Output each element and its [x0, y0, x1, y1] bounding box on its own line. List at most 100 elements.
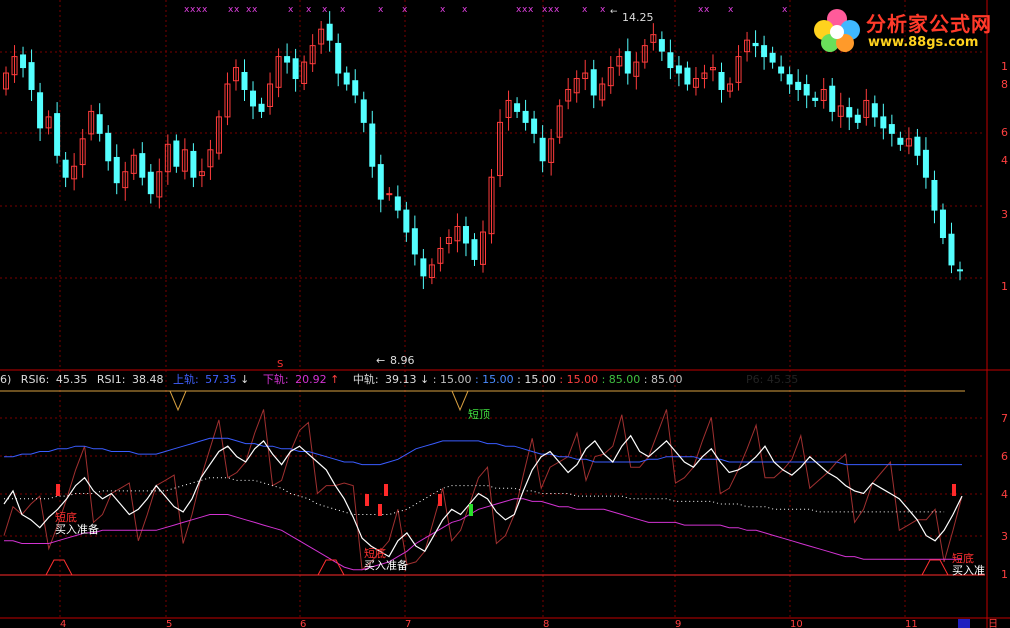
price-axis-label-2: 6	[1001, 126, 1008, 139]
level-value-0: : 15.00	[432, 373, 472, 386]
signal-bar-2	[378, 504, 382, 516]
signal-label-bottom-0: 买入准备	[55, 522, 99, 536]
rsi-slow-line	[3, 409, 963, 571]
candle-body-94	[803, 84, 810, 96]
candle-body-13	[113, 156, 120, 184]
level-value-1: : 15.00	[471, 373, 514, 386]
candle-body-40	[343, 72, 350, 85]
peak-mark-0	[169, 390, 187, 412]
top-marker-14: x	[440, 5, 446, 15]
trough-mark-1	[317, 559, 345, 576]
top-marker-13: x	[402, 5, 408, 15]
candle-body-78	[667, 52, 674, 69]
chart-grid: xxxxxxxxxxxxxxxxxxxxxxxxxxxx	[0, 0, 1010, 628]
candle-body-90	[769, 52, 776, 63]
candle-body-30	[258, 103, 265, 112]
candle-body-111	[948, 233, 955, 266]
price-annotations: 14.25 ← 8.96 ← S	[277, 7, 654, 370]
price-axis-label-3: 4	[1001, 154, 1008, 167]
candle-body-61	[522, 110, 529, 123]
signal-label-bottom-3: 买入准	[952, 564, 985, 577]
candle-body-105	[897, 137, 904, 145]
candle-body-42	[360, 99, 367, 123]
indicator-axis-label-1: 6	[1001, 450, 1008, 463]
candle-body-41	[352, 80, 359, 96]
candle-body-62	[531, 118, 538, 134]
signal-bar-0	[56, 484, 60, 496]
price-axis-label-5: 1	[1001, 280, 1008, 293]
candle-body-17	[147, 171, 154, 195]
axis-labels: 1 8 6 4 3 1 7 6 4 3 1 4 5 6 7 8 9 10 11 日	[60, 60, 1008, 628]
high-arrow: ←	[610, 7, 618, 17]
top-marker-7: x	[252, 5, 258, 15]
top-marker-3: x	[202, 5, 208, 15]
candle-body-69	[590, 69, 597, 96]
candle-body-95	[812, 97, 819, 101]
top-marker-5: x	[234, 5, 240, 15]
x-axis-label-6: 10	[790, 619, 803, 628]
upper-value: 57.35	[205, 373, 237, 386]
top-marker-15: x	[462, 5, 468, 15]
top-marker-26: x	[728, 5, 734, 15]
signal-bar-5	[469, 504, 473, 516]
price-axis-label-0: 1	[1001, 60, 1008, 73]
candle-body-28	[241, 71, 248, 90]
candle-body-100	[854, 114, 861, 123]
x-axis-label-2: 6	[300, 619, 306, 628]
lower-label: 下轨:	[262, 373, 289, 386]
candle-body-110	[939, 209, 946, 239]
candle-body-3	[28, 62, 35, 90]
candle-body-38	[326, 23, 333, 41]
logo-title: 分析家公式网	[866, 12, 992, 36]
candle-body-44	[377, 164, 384, 200]
signal-label-top-3: 短底	[952, 551, 974, 565]
candle-body-93	[795, 81, 802, 90]
rsi-indicator-panel: 短底买入准备短底买入准备短顶短底买入准	[3, 390, 985, 577]
price-axis-label-1: 8	[1001, 78, 1008, 91]
x-axis-label-8: 日	[988, 619, 998, 628]
candle-body-11	[96, 114, 103, 134]
level-value-5: : 85.00	[640, 373, 683, 386]
x-axis-label-7: 11	[905, 619, 918, 628]
signal-bar-6	[952, 484, 956, 496]
top-marker-27: x	[782, 5, 788, 15]
level-value-4: : 85.00	[598, 373, 641, 386]
trough-mark-2	[921, 559, 949, 576]
indicator-header: 6) RSI6: 45.35 RSI1: 38.48 上轨: 57.35 ↓ 下…	[0, 371, 798, 387]
candle-body-77	[658, 39, 665, 52]
top-marker-11: x	[340, 5, 346, 15]
top-marker-21: x	[554, 5, 560, 15]
mid-value: 39.13	[385, 373, 417, 386]
level-value-2: : 15.00	[513, 373, 556, 386]
signal-bar-1	[365, 494, 369, 506]
candle-body-49	[420, 258, 427, 277]
candle-body-102	[871, 103, 878, 118]
upper-arrow: ↓	[240, 373, 250, 386]
rsi6-value: 45.35	[55, 373, 88, 386]
x-axis-label-4: 8	[543, 619, 549, 628]
top-marker-22: x	[582, 5, 588, 15]
candle-body-45	[386, 193, 393, 196]
candle-body-103	[880, 116, 887, 129]
candle-body-80	[684, 67, 691, 85]
candle-body-6	[54, 113, 61, 156]
level-values: : 15.00 : 15.00 : 15.00 : 15.00 : 85.00 …	[433, 373, 683, 386]
trough-mark-0	[45, 559, 73, 576]
candle-body-33	[284, 56, 291, 63]
lower-arrow: ↑	[330, 373, 340, 386]
signal-label-top-0: 短底	[55, 510, 77, 524]
top-marker-25: x	[704, 5, 710, 15]
top-marker-10: x	[322, 5, 328, 15]
cursor-box	[958, 619, 970, 628]
candle-body-79	[675, 65, 682, 74]
rsi1-value: 38.48	[131, 373, 164, 386]
high-price-label: 14.25	[622, 11, 654, 24]
level-value-3: : 15.00	[555, 373, 599, 386]
top-marker-8: x	[288, 5, 294, 15]
low-price-label: 8.96	[390, 354, 415, 367]
candle-body-47	[403, 209, 410, 233]
upper-band-line	[4, 437, 962, 466]
candle-body-22	[190, 150, 197, 178]
candle-body-112	[957, 269, 963, 272]
header-prefix: 6)	[0, 373, 12, 386]
